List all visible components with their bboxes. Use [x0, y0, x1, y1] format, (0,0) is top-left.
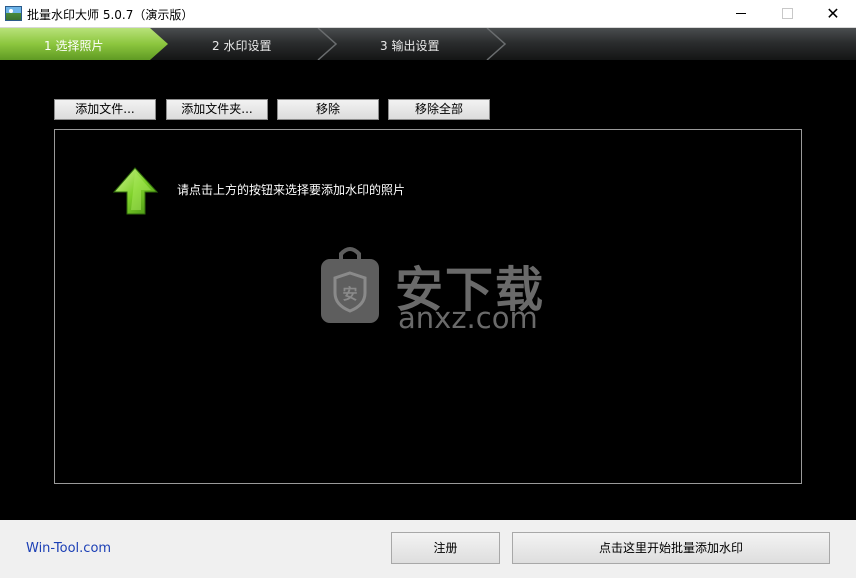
- anxz-watermark-logo: 安: [321, 247, 379, 323]
- start-watermark-button[interactable]: 点击这里开始批量添加水印: [512, 532, 830, 564]
- step-tab-output-settings[interactable]: 3 输出设置: [380, 37, 439, 54]
- add-files-button[interactable]: 添加文件...: [54, 99, 156, 120]
- close-button[interactable]: ✕: [810, 0, 856, 27]
- step-separator-1: [317, 28, 338, 60]
- step-bar: 1 选择照片 2 水印设置 3 输出设置: [0, 28, 856, 60]
- step-tab-watermark-settings[interactable]: 2 水印设置: [212, 37, 271, 54]
- remove-all-button[interactable]: 移除全部: [388, 99, 490, 120]
- title-bar: 批量水印大师 5.0.7（演示版） ✕: [0, 0, 856, 28]
- minimize-icon: [736, 12, 746, 14]
- maximize-icon: [781, 7, 793, 19]
- minimize-button[interactable]: [718, 0, 764, 27]
- app-icon: [5, 6, 22, 21]
- watermark-domain: anxz.com: [398, 301, 538, 335]
- window-title: 批量水印大师 5.0.7（演示版）: [27, 8, 194, 22]
- add-folder-button[interactable]: 添加文件夹...: [166, 99, 268, 120]
- website-link[interactable]: Win-Tool.com: [26, 541, 111, 556]
- main-panel: 添加文件... 添加文件夹... 移除 移除全部 请点击上方的按钮来选择要添加水…: [0, 60, 856, 520]
- register-button[interactable]: 注册: [391, 532, 500, 564]
- photo-list[interactable]: 请点击上方的按钮来选择要添加水印的照片 安 安下载 anxz.com: [54, 129, 802, 484]
- step-tab-select-photos[interactable]: 1 选择照片: [44, 37, 103, 54]
- empty-list-hint: 请点击上方的按钮来选择要添加水印的照片: [177, 183, 406, 197]
- svg-text:安: 安: [342, 285, 357, 303]
- green-up-arrow-icon: [112, 167, 159, 215]
- maximize-button[interactable]: [764, 0, 810, 27]
- close-icon: ✕: [826, 4, 840, 23]
- remove-button[interactable]: 移除: [277, 99, 379, 120]
- step-separator-2: [486, 28, 507, 60]
- footer-bar: Win-Tool.com 注册 点击这里开始批量添加水印: [0, 520, 856, 578]
